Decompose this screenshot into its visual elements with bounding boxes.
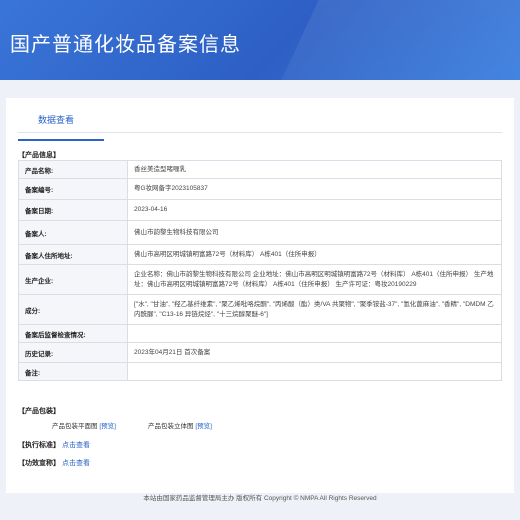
page-title: 国产普通化妆品备案信息 <box>10 34 241 56</box>
row-label: 生产企业: <box>18 264 128 295</box>
package-solid-label: 产品包装立体图 <box>148 423 194 430</box>
package-solid-preview-link[interactable]: [预览] <box>195 423 212 430</box>
row-label: 备案后监督检查情况: <box>18 324 128 343</box>
table-row: 历史记录: 2023年04月21日 首次备案 <box>18 342 502 363</box>
product-info-table: 产品名称: 香丝美造型啫喱乳 备案编号: 粤G妆网备字2023105837 备案… <box>18 160 502 381</box>
row-label: 成分: <box>18 294 128 325</box>
manufacturer-value: 企业名称：佛山市韵黎生物科技有限公司 企业地址：佛山市高明区明城镇明富路72号（… <box>127 264 502 295</box>
banner-decoration <box>253 0 520 80</box>
packaging-heading: 【产品包装】 <box>18 408 60 415</box>
efficacy-heading: 【功效宣称】 点击查看 <box>18 458 90 468</box>
table-row: 备案人住所地址: 佛山市高明区明城镇明富路72号（材料库） A栋401（住所申报… <box>18 244 502 265</box>
standard-label: 【执行标准】 <box>18 442 60 449</box>
table-row: 备案日期: 2023-04-16 <box>18 199 502 221</box>
record-date-value: 2023-04-16 <box>127 199 502 221</box>
efficacy-label: 【功效宣称】 <box>18 460 60 467</box>
registrant-address-value: 佛山市高明区明城镇明富路72号（材料库） A栋401（住所申报） <box>127 244 502 265</box>
table-row: 备注: <box>18 362 502 381</box>
history-value: 2023年04月21日 首次备案 <box>127 342 502 363</box>
row-label: 备案人住所地址: <box>18 244 128 265</box>
registrant-value: 佛山市韵黎生物科技有限公司 <box>127 220 502 245</box>
header-banner: 国产普通化妆品备案信息 <box>0 0 520 80</box>
package-flat-preview-link[interactable]: [预览] <box>99 423 116 430</box>
product-info-heading: 【产品信息】 <box>18 152 60 159</box>
record-number-value: 粤G妆网备字2023105837 <box>127 178 502 200</box>
standard-view-link[interactable]: 点击查看 <box>62 442 90 449</box>
package-flat-item: 产品包装平面图 [预览] <box>52 420 116 430</box>
table-row: 备案人: 佛山市韵黎生物科技有限公司 <box>18 220 502 245</box>
active-tab-indicator <box>18 139 104 141</box>
package-flat-label: 产品包装平面图 <box>52 423 98 430</box>
content-panel: 数据查看 【产品信息】 产品名称: 香丝美造型啫喱乳 备案编号: 粤G妆网备字2… <box>6 98 514 493</box>
footer-copyright: 本站由国家药品监督管理局主办 版权所有 Copyright © NMPA All… <box>143 495 377 502</box>
table-row: 成分: ["水", "甘油", "羟乙基纤维素", "聚乙烯吡咯烷酮", "丙烯… <box>18 294 502 325</box>
tab-data-view[interactable]: 数据查看 <box>38 113 74 126</box>
row-label: 备案人: <box>18 220 128 245</box>
row-label: 备案编号: <box>18 178 128 200</box>
table-row: 备案后监督检查情况: <box>18 324 502 343</box>
table-row: 产品名称: 香丝美造型啫喱乳 <box>18 160 502 179</box>
ingredients-value: ["水", "甘油", "羟乙基纤维素", "聚乙烯吡咯烷酮", "丙烯酸（酯）… <box>127 294 502 325</box>
inspection-value <box>127 324 502 343</box>
row-label: 备注: <box>18 362 128 381</box>
standard-heading: 【执行标准】 点击查看 <box>18 440 90 450</box>
row-label: 备案日期: <box>18 199 128 221</box>
table-row: 备案编号: 粤G妆网备字2023105837 <box>18 178 502 200</box>
row-label: 产品名称: <box>18 160 128 179</box>
remarks-value <box>127 362 502 381</box>
row-label: 历史记录: <box>18 342 128 363</box>
package-solid-item: 产品包装立体图 [预览] <box>148 420 212 430</box>
efficacy-view-link[interactable]: 点击查看 <box>62 460 90 467</box>
tab-bar: 数据查看 <box>18 106 502 141</box>
table-row: 生产企业: 企业名称：佛山市韵黎生物科技有限公司 企业地址：佛山市高明区明城镇明… <box>18 264 502 295</box>
product-name-value: 香丝美造型啫喱乳 <box>127 160 502 179</box>
